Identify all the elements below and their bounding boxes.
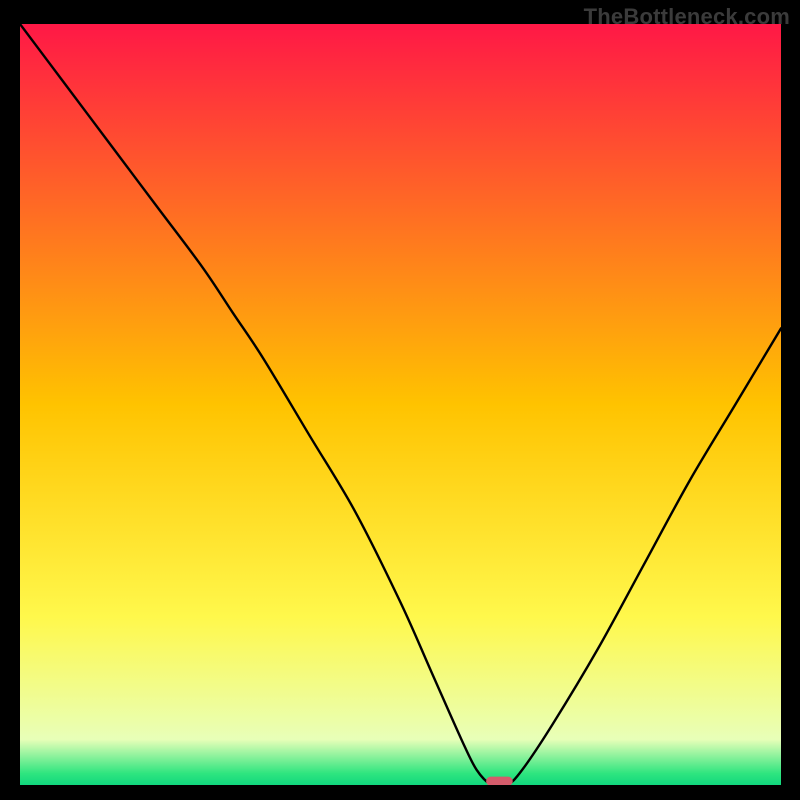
optimal-marker [486,777,513,785]
chart-stage: TheBottleneck.com [0,0,800,800]
gradient-background [20,24,781,785]
plot-svg [20,24,781,785]
bottleneck-plot [20,24,781,785]
